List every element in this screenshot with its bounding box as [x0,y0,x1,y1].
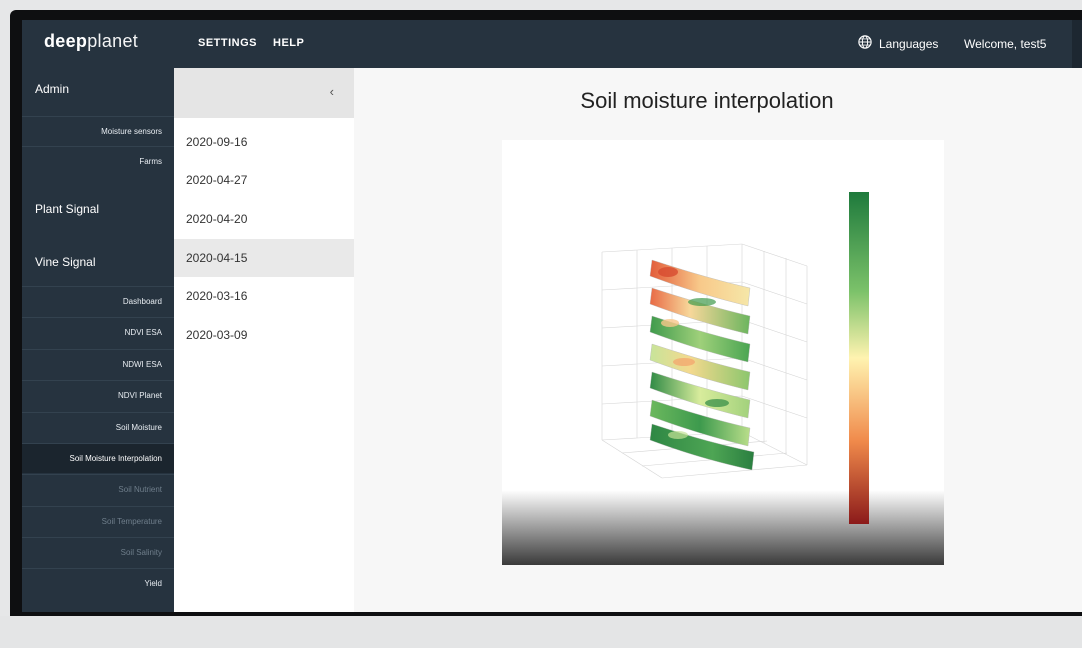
date-item[interactable]: 2020-04-20 [174,200,354,238]
color-scale-bar [849,192,869,524]
date-item-selected[interactable]: 2020-04-15 [174,239,354,277]
device-bottom-frame [0,616,1082,648]
chevron-left-icon[interactable]: ‹ [330,84,334,99]
sidebar-item-yield[interactable]: Yield [22,568,174,598]
deepplanet-logo[interactable]: deepplanet [44,31,138,52]
sidebar-item-soil-moisture-interpolation[interactable]: Soil Moisture Interpolation [22,443,174,473]
sidebar-item-soil-moisture[interactable]: Soil Moisture [22,412,174,442]
topbar-edge [1072,20,1082,68]
sidebar-section-admin[interactable]: Admin [22,82,174,96]
sidebar-item-soil-salinity[interactable]: Soil Salinity [22,537,174,567]
sidebar-item-moisture-sensors[interactable]: Moisture sensors [22,116,174,146]
sidebar-item-ndwi-esa[interactable]: NDWI ESA [22,349,174,379]
help-link[interactable]: HELP [273,37,304,49]
sidebar: Admin Moisture sensors Farms Plant Signa… [22,68,174,612]
logo-bold-text: deep [44,31,88,51]
date-item[interactable]: 2020-03-16 [174,277,354,315]
logo-light-text: planet [87,31,139,51]
sidebar-item-dashboard[interactable]: Dashboard [22,286,174,316]
globe-icon [858,35,872,52]
moisture-slices [649,259,755,471]
date-item[interactable]: 2020-09-16 [174,123,354,161]
languages-menu[interactable]: Languages [858,35,938,52]
languages-label: Languages [879,36,939,51]
top-navigation-bar: deepplanet SETTINGS HELP Languages Welco… [22,20,1082,68]
interpolation-figure [502,140,944,565]
interpolation-plot [601,192,869,524]
sidebar-section-plant-signal[interactable]: Plant Signal [22,202,174,216]
settings-link[interactable]: SETTINGS [198,37,257,49]
sidebar-section-vine-signal[interactable]: Vine Signal [22,255,174,269]
app-screen: deepplanet SETTINGS HELP Languages Welco… [22,20,1082,612]
date-item[interactable]: 2020-03-09 [174,316,354,354]
sidebar-item-soil-nutrient[interactable]: Soil Nutrient [22,474,174,504]
date-panel-header: ‹ [174,68,354,118]
date-list-panel: ‹ 2020-09-16 2020-04-27 2020-04-20 2020-… [174,68,354,612]
sidebar-item-ndvi-planet[interactable]: NDVI Planet [22,380,174,410]
sidebar-item-ndvi-esa[interactable]: NDVI ESA [22,317,174,347]
sidebar-item-soil-temperature[interactable]: Soil Temperature [22,506,174,536]
page-title: Soil moisture interpolation [580,88,834,113]
date-item[interactable]: 2020-04-27 [174,161,354,199]
sidebar-item-farms[interactable]: Farms [22,146,174,176]
main-content: Soil moisture interpolation [354,68,1082,612]
welcome-user[interactable]: Welcome, test5 [964,37,1046,51]
